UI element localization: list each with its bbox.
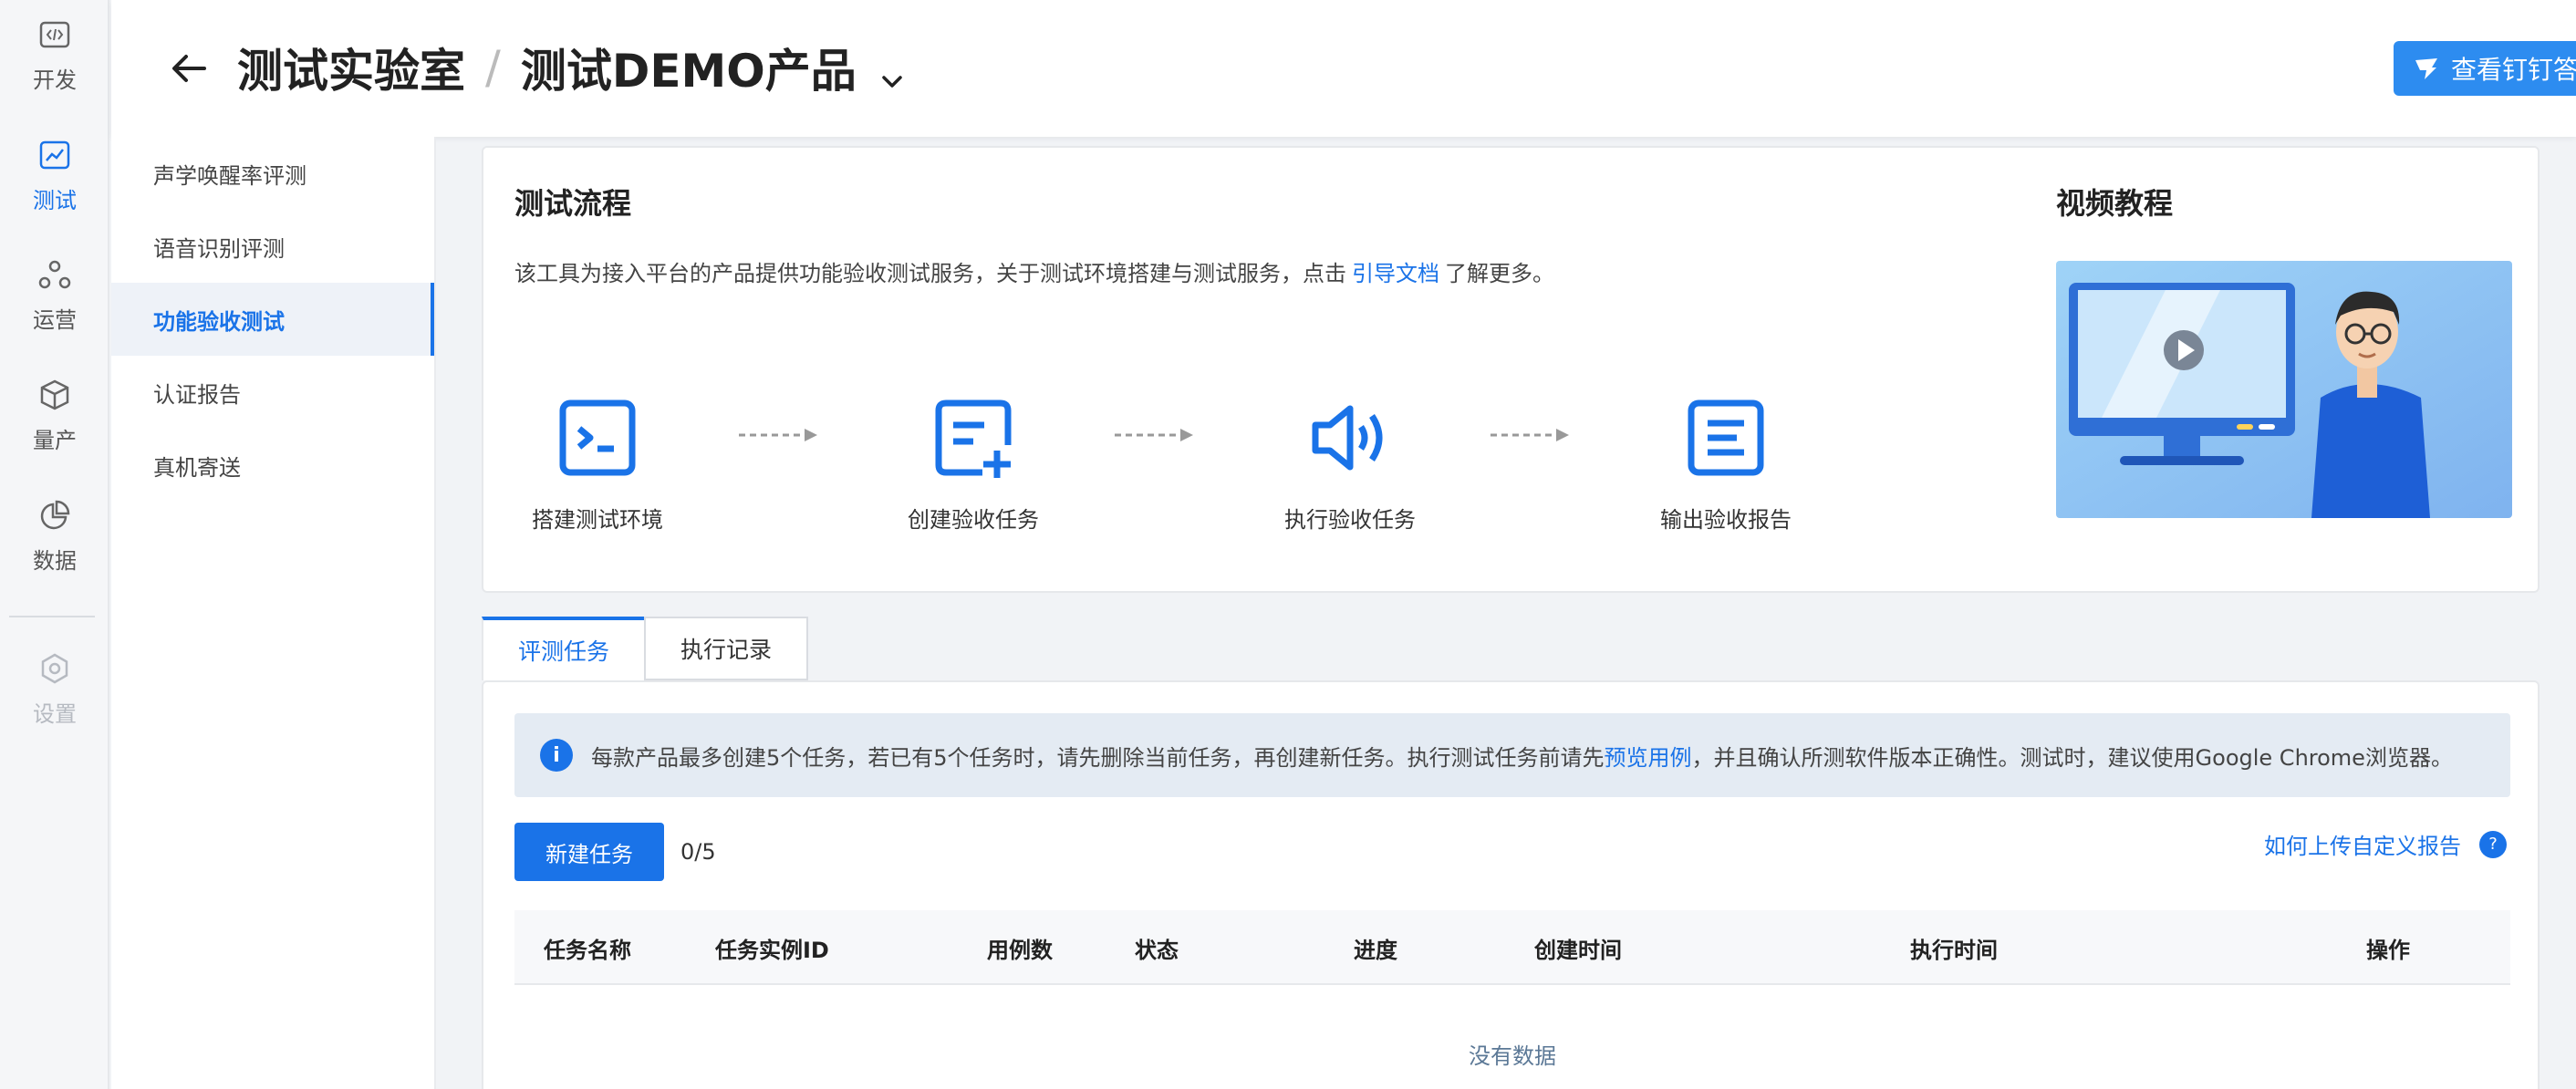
dingtalk-icon [2415,58,2437,79]
step-label: 输出验收报告 [1660,507,1792,533]
custom-report-help-link[interactable]: 如何上传自定义报告 ? [2264,828,2507,860]
rail-label: 设置 [33,700,77,727]
flow-step-setup: 搭建测试环境 [506,394,689,534]
column-header: 任务实例ID [715,937,829,963]
subnav-item-acceptance[interactable]: 功能验收测试 [111,283,434,356]
notice-text-prefix: 每款产品最多创建5个任务，若已有5个任务时，请先删除当前任务，再创建新任务。执行… [591,744,1605,771]
task-table-header: 任务名称 任务实例ID 用例数 状态 进度 创建时间 执行时间 操作 [514,910,2510,985]
subnav-item-asr[interactable]: 语音识别评测 [111,210,434,283]
subnav-item-certification[interactable]: 认证报告 [111,356,434,429]
pie-chart-icon [36,497,73,534]
step-label: 搭建测试环境 [532,507,663,533]
chart-line-icon [36,137,73,173]
flow-intro: 该工具为接入平台的产品提供功能验收测试服务，关于测试环境搭建与测试服务，点击 引导… [514,255,1554,287]
column-header: 任务名称 [544,937,631,963]
rail-item-operations[interactable]: 运营 [0,244,109,345]
notice-text: 每款产品最多创建5个任务，若已有5个任务时，请先删除当前任务，再创建新任务。执行… [591,740,2453,772]
guide-doc-link[interactable]: 引导文档 [1352,261,1439,286]
intro-text-suffix: 了解更多。 [1445,261,1554,286]
subnav-item-device-shipping[interactable]: 真机寄送 [111,429,434,502]
breadcrumb-product: 测试DEMO产品 [520,45,857,98]
column-header: 创建时间 [1534,937,1622,963]
column-header: 用例数 [987,937,1053,963]
empty-state-text: 没有数据 [1469,1043,1556,1069]
add-document-icon [930,394,1017,482]
flow-title: 测试流程 [514,186,632,221]
test-flow-card: 测试流程 该工具为接入平台的产品提供功能验收测试服务，关于测试环境搭建与测试服务… [482,146,2540,593]
rail-item-data[interactable]: 数据 [0,485,109,586]
task-notice: i 每款产品最多创建5个任务，若已有5个任务时，请先删除当前任务，再创建新任务。… [514,713,2510,797]
rail-label: 开发 [33,67,77,93]
rail-item-production[interactable]: 量产 [0,365,109,465]
video-tutorial-thumbnail[interactable] [2056,261,2512,518]
preview-cases-link[interactable]: 预览用例 [1605,745,1692,771]
dingtalk-group-button[interactable]: 查看钉钉答疑群 [2394,41,2576,96]
breadcrumb-separator: / [485,41,501,94]
terminal-icon [554,394,641,482]
rail-item-settings[interactable]: 设置 [0,638,109,739]
new-task-button[interactable]: 新建任务 [514,823,664,881]
help-link-label: 如何上传自定义报告 [2264,834,2461,859]
flow-arrow [1115,429,1193,441]
nav-rail: 开发 测试 运营 量产 数据 设置 [0,0,109,1089]
step-label: 执行验收任务 [1284,507,1416,533]
breadcrumb: 测试实验室 / 测试DEMO产品 [237,35,906,100]
tab-execution-records[interactable]: 执行记录 [644,617,808,680]
tab-evaluation-tasks[interactable]: 评测任务 [482,617,644,680]
rail-label: 量产 [33,427,77,453]
test-subnav: 声学唤醒率评测 语音识别评测 功能验收测试 认证报告 真机寄送 [111,137,436,1089]
flow-step-report: 输出验收报告 [1635,394,1817,534]
cube-icon [36,377,73,413]
arrow-left-icon [172,55,206,82]
rail-divider [9,616,95,617]
column-header: 执行时间 [1910,937,1998,963]
intro-text: 该工具为接入平台的产品提供功能验收测试服务，关于测试环境搭建与测试服务，点击 [514,261,1346,286]
step-label: 创建验收任务 [908,507,1039,533]
chevron-down-icon[interactable] [878,54,906,88]
code-icon [36,16,73,53]
task-count: 0/5 [680,839,716,865]
report-icon [1682,394,1770,482]
rail-label: 运营 [33,306,77,333]
flow-arrow [739,429,817,441]
gear-icon [36,650,73,687]
info-icon: i [540,739,573,772]
column-header: 状态 [1135,937,1179,963]
rail-item-develop[interactable]: 开发 [0,5,109,105]
rail-item-test[interactable]: 测试 [0,125,109,225]
page-header: 测试实验室 / 测试DEMO产品 查看钉钉答疑群 [111,0,2576,137]
flow-step-execute: 执行验收任务 [1259,394,1441,534]
speaker-icon [1306,394,1394,482]
network-icon [36,256,73,293]
rail-label: 数据 [33,547,77,574]
subnav-item-wakeup[interactable]: 声学唤醒率评测 [111,137,434,210]
video-illustration [2056,261,2512,518]
back-button[interactable] [166,46,212,91]
flow-step-create: 创建验收任务 [882,394,1065,534]
video-tutorial-title: 视频教程 [2056,186,2174,221]
column-header: 进度 [1354,937,1397,963]
dingtalk-group-label: 查看钉钉答疑群 [2450,55,2576,85]
notice-text-suffix: ，并且确认所测软件版本正确性。测试时，建议使用Google Chrome浏览器。 [1691,744,2453,771]
rail-label: 测试 [33,187,77,213]
breadcrumb-lab[interactable]: 测试实验室 [237,35,465,100]
question-icon: ? [2479,830,2507,858]
task-panel: i 每款产品最多创建5个任务，若已有5个任务时，请先删除当前任务，再创建新任务。… [482,680,2540,1089]
column-header: 操作 [2366,937,2410,963]
flow-arrow [1491,429,1569,441]
